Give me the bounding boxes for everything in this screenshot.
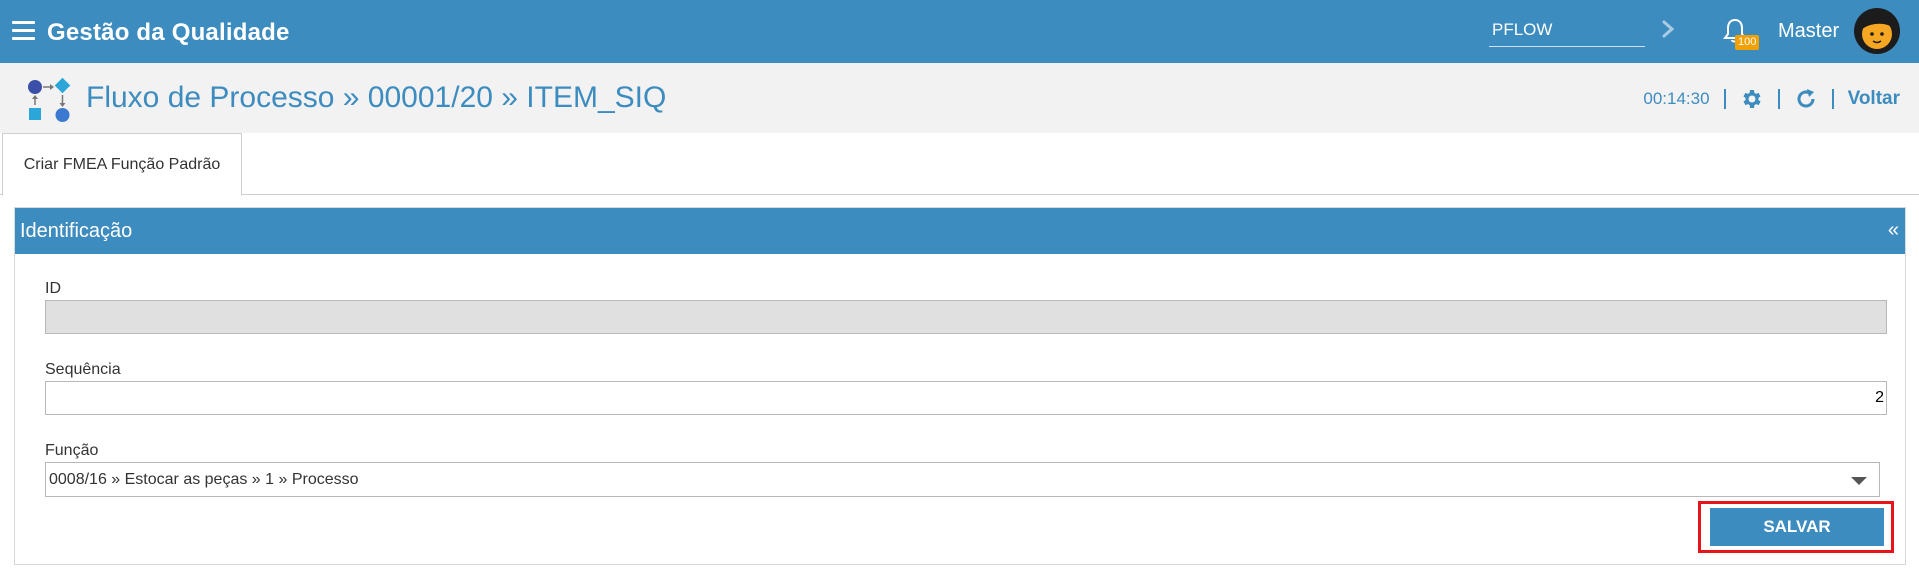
collapse-button[interactable]: « xyxy=(1888,219,1899,242)
tab-create-fmea[interactable]: Criar FMEA Função Padrão xyxy=(2,133,242,196)
chevron-right-icon[interactable] xyxy=(1660,18,1676,40)
back-link[interactable]: Voltar xyxy=(1848,88,1900,110)
notification-badge: 100 xyxy=(1735,35,1760,50)
search-input[interactable] xyxy=(1489,13,1645,46)
page-header: Fluxo de Processo » 00001/20 » ITEM_SIQ … xyxy=(0,63,1919,133)
avatar-icon[interactable] xyxy=(1854,8,1900,54)
function-select-value: 0008/16 » Estocar as peças » 1 » Process… xyxy=(49,471,359,488)
id-field[interactable] xyxy=(45,300,1887,334)
panel-title: Identificação xyxy=(20,220,133,242)
gear-icon[interactable] xyxy=(1740,87,1764,111)
chevron-down-icon xyxy=(1851,477,1867,485)
panel-header: Identificação « xyxy=(15,208,1905,254)
function-label: Função xyxy=(45,442,99,459)
header-actions: 00:14:30 Voltar xyxy=(1643,87,1900,111)
top-bar: Gestão da Qualidade 100 Master xyxy=(0,0,1919,63)
divider xyxy=(1777,89,1780,109)
hamburger-icon[interactable] xyxy=(12,21,35,41)
process-flow-icon xyxy=(28,77,71,122)
save-button[interactable]: SALVAR xyxy=(1710,508,1884,546)
id-label: ID xyxy=(45,280,61,297)
tab-strip: Criar FMEA Função Padrão xyxy=(0,133,1919,196)
content-area: Criar FMEA Função Padrão Identificação « xyxy=(0,133,1919,580)
app-title: Gestão da Qualidade xyxy=(47,19,290,46)
session-timer: 00:14:30 xyxy=(1643,89,1710,108)
sequence-field[interactable] xyxy=(45,381,1887,415)
function-select[interactable]: 0008/16 » Estocar as peças » 1 » Process… xyxy=(45,462,1880,497)
breadcrumb: Fluxo de Processo » 00001/20 » ITEM_SIQ xyxy=(86,81,667,114)
search-field[interactable] xyxy=(1489,13,1645,47)
divider xyxy=(1723,89,1726,109)
refresh-icon[interactable] xyxy=(1794,87,1818,111)
user-name[interactable]: Master xyxy=(1778,20,1839,43)
divider xyxy=(1831,89,1834,109)
sequence-label: Sequência xyxy=(45,361,121,378)
